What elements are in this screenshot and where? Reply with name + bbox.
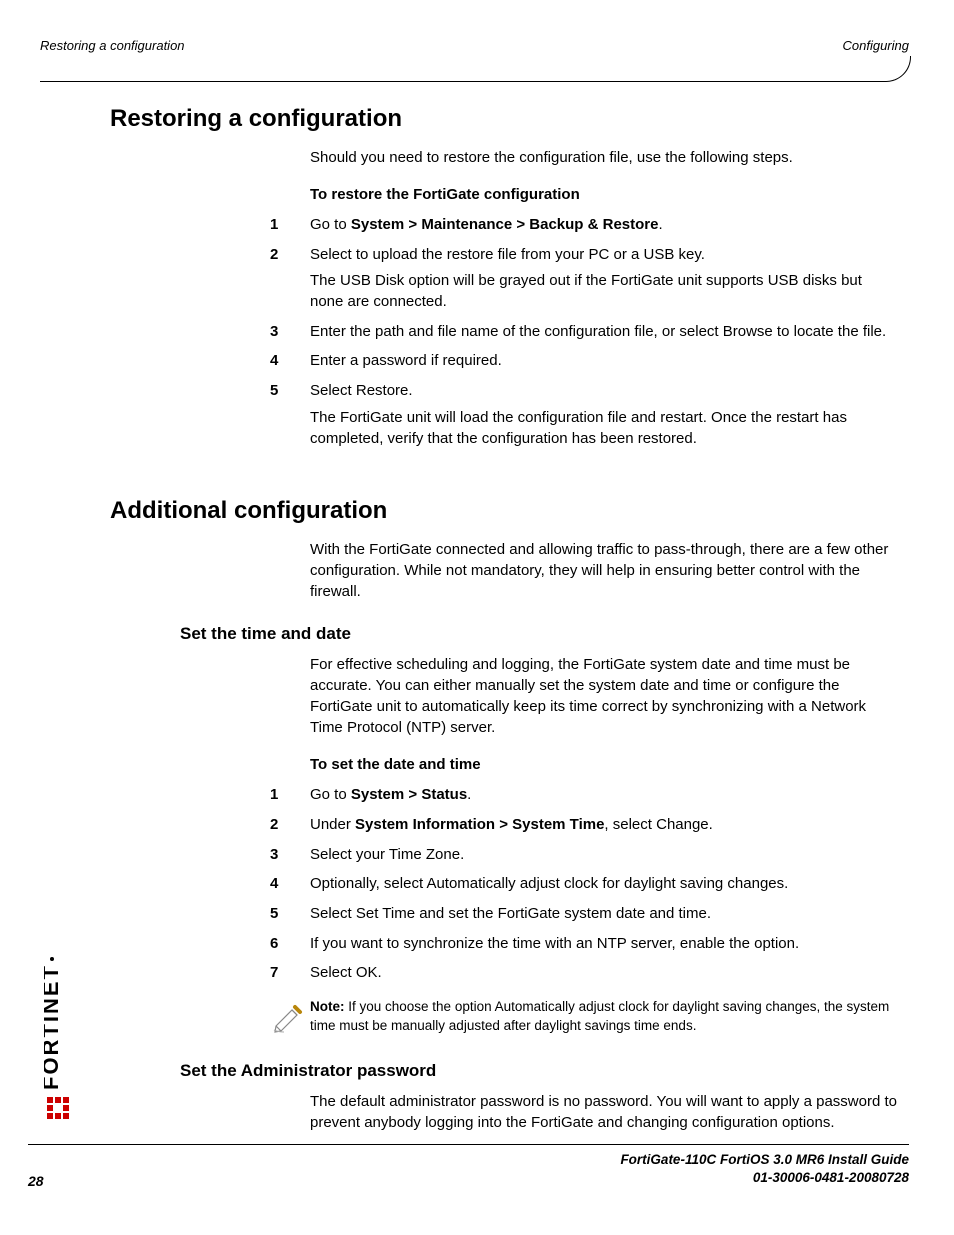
footer-rule <box>28 1144 909 1145</box>
step-text: Enter the path and file name of the conf… <box>310 323 886 340</box>
intro-time-date: For effective scheduling and logging, th… <box>310 654 899 738</box>
section-additional: Additional configuration With the FortiG… <box>110 497 899 1133</box>
page: Restoring a configuration Configuring Re… <box>0 0 954 1235</box>
step-note: The USB Disk option will be grayed out i… <box>310 271 899 312</box>
note-block: Note: If you choose the option Automatic… <box>270 998 899 1039</box>
steps-time-date: Go to System > Status. Under System Info… <box>270 785 899 984</box>
intro-additional: With the FortiGate connected and allowin… <box>310 539 899 602</box>
page-header: Restoring a configuration Configuring <box>40 38 909 53</box>
step-text: Enter a password if required. <box>310 352 502 369</box>
header-left: Restoring a configuration <box>40 38 185 53</box>
header-rule <box>40 56 911 82</box>
step-6: If you want to synchronize the time with… <box>270 934 899 955</box>
intro-admin-password: The default administrator password is no… <box>310 1091 899 1133</box>
note-text: Note: If you choose the option Automatic… <box>310 998 899 1036</box>
heading-admin-password: Set the Administrator password <box>180 1061 899 1081</box>
step-suffix: . <box>658 216 662 233</box>
footer-text: FortiGate-110C FortiOS 3.0 MR6 Install G… <box>28 1151 909 1187</box>
step-1: Go to System > Status. <box>270 785 899 806</box>
footer-line2: 01-30006-0481-20080728 <box>753 1170 909 1185</box>
heading-restoring: Restoring a configuration <box>110 105 899 133</box>
step-bold: System > Maintenance > Backup & Restore <box>351 216 659 233</box>
step-1: Go to System > Maintenance > Backup & Re… <box>270 215 899 236</box>
step-5: Select Set Time and set the FortiGate sy… <box>270 904 899 925</box>
footer-line1: FortiGate-110C FortiOS 3.0 MR6 Install G… <box>620 1152 909 1167</box>
step-suffix: . <box>467 786 471 803</box>
step-text: Optionally, select Automatically adjust … <box>310 875 788 892</box>
step-bold: System Information > System Time <box>355 816 604 833</box>
step-text: Select to upload the restore file from y… <box>310 246 705 263</box>
step-text: Go to <box>310 786 351 803</box>
content: Restoring a configuration Should you nee… <box>110 105 899 1151</box>
step-7: Select OK. <box>270 963 899 984</box>
note-label: Note: <box>310 999 345 1014</box>
step-text: Select your Time Zone. <box>310 846 464 863</box>
step-text: Select OK. <box>310 964 382 981</box>
heading-additional: Additional configuration <box>110 497 899 525</box>
step-text: If you want to synchronize the time with… <box>310 935 799 952</box>
step-bold: System > Status <box>351 786 467 803</box>
intro-restoring: Should you need to restore the configura… <box>310 147 899 168</box>
step-suffix: , select Change. <box>604 816 712 833</box>
step-3: Enter the path and file name of the conf… <box>270 322 899 343</box>
step-4: Optionally, select Automatically adjust … <box>270 874 899 895</box>
step-2: Under System Information > System Time, … <box>270 815 899 836</box>
logo-text: FORTINET <box>44 964 63 1090</box>
header-right: Configuring <box>843 38 910 53</box>
steps-restore: Go to System > Maintenance > Backup & Re… <box>270 215 899 449</box>
page-footer: 28 FortiGate-110C FortiOS 3.0 MR6 Instal… <box>28 1144 909 1187</box>
section-restoring: Restoring a configuration Should you nee… <box>110 105 899 449</box>
step-2: Select to upload the restore file from y… <box>270 245 899 313</box>
step-5: Select Restore. The FortiGate unit will … <box>270 381 899 449</box>
step-text: Select Set Time and set the FortiGate sy… <box>310 905 711 922</box>
page-number: 28 <box>28 1173 44 1189</box>
step-text: Under <box>310 816 355 833</box>
step-3: Select your Time Zone. <box>270 845 899 866</box>
step-4: Enter a password if required. <box>270 351 899 372</box>
note-icon <box>270 1000 308 1039</box>
fortinet-logo: FORTINET <box>44 955 72 1125</box>
note-body: If you choose the option Automatically a… <box>310 999 889 1033</box>
step-text: Go to <box>310 216 351 233</box>
step-text: Select Restore. <box>310 382 413 399</box>
heading-time-date: Set the time and date <box>180 624 899 644</box>
subhead-restore-procedure: To restore the FortiGate configuration <box>310 186 899 203</box>
subhead-time-date: To set the date and time <box>310 756 899 773</box>
step-note: The FortiGate unit will load the configu… <box>310 408 899 449</box>
